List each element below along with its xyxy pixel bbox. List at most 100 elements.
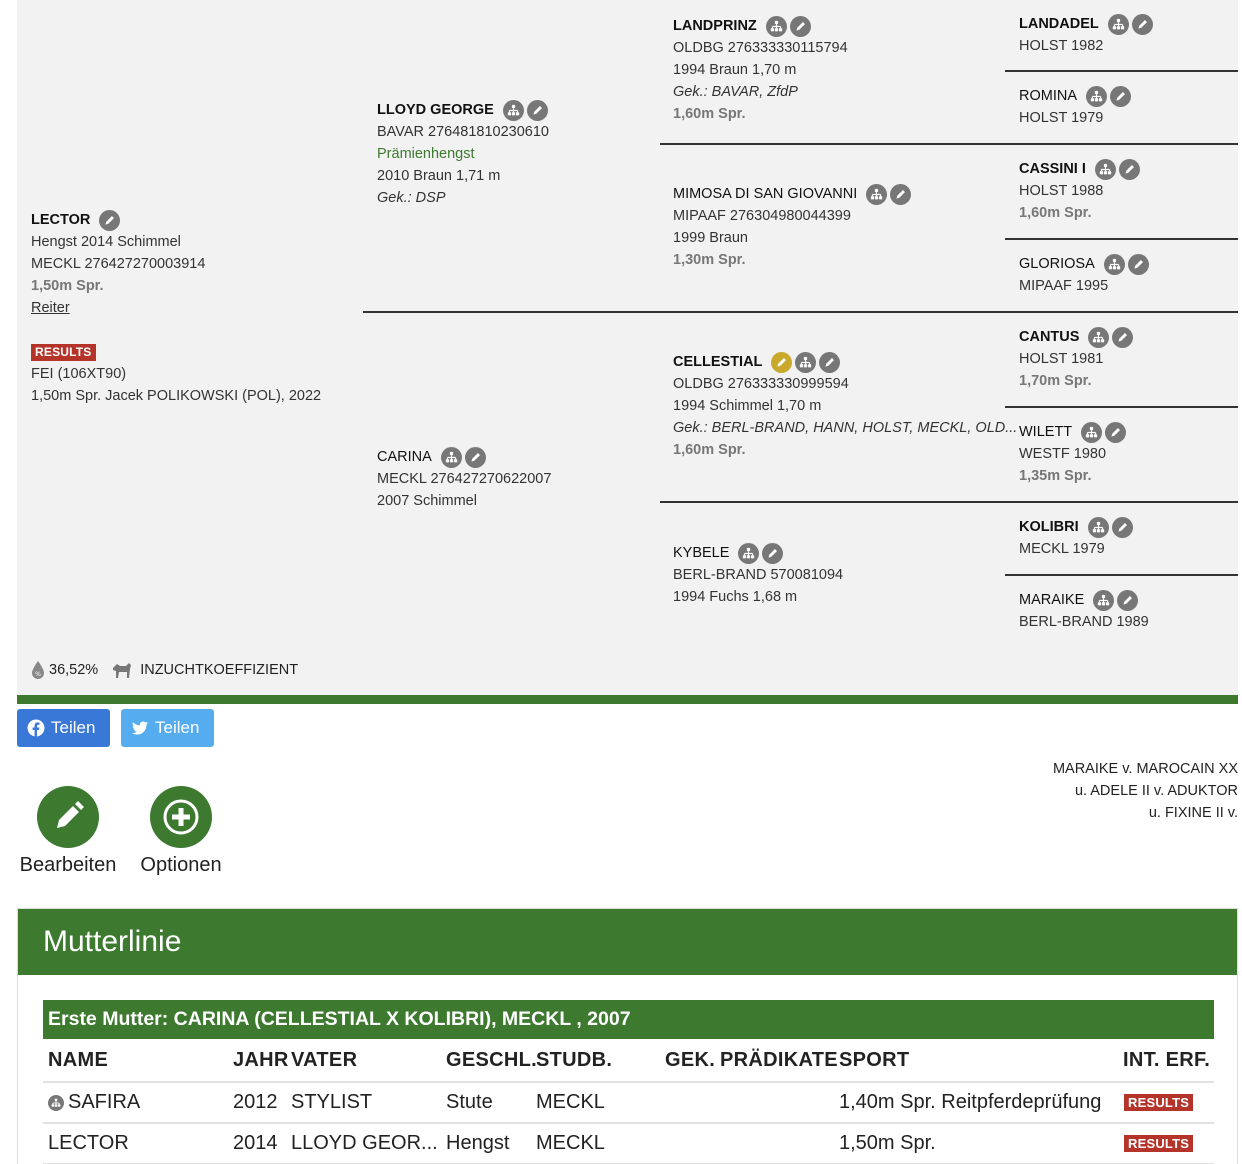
horse-name[interactable]: LANDPRINZ (673, 15, 757, 37)
horse-name[interactable]: WILETT (1019, 421, 1072, 443)
col-sport[interactable]: SPORT (839, 1039, 909, 1081)
edit-icon[interactable] (464, 446, 486, 468)
horse-name[interactable]: MARAIKE (1019, 589, 1084, 611)
horse-name[interactable]: CANTUS (1019, 326, 1079, 348)
pedigree-tree-icon[interactable] (1093, 589, 1115, 611)
pedigree-tree-icon[interactable] (765, 15, 787, 37)
edit-icon[interactable] (1110, 85, 1131, 107)
horse-name[interactable]: MIMOSA DI SAN GIOVANNI (673, 183, 857, 205)
percent-drop-icon: % (32, 661, 44, 679)
facebook-icon (27, 719, 45, 737)
pedigree-tree-icon[interactable] (1087, 516, 1109, 538)
pedigree-tree-icon[interactable] (440, 446, 462, 468)
horse-name[interactable]: GLORIOSA (1019, 253, 1095, 275)
horse-name[interactable]: LLOYD GEORGE (377, 99, 494, 121)
horse-sport: 1,35m Spr. (1019, 468, 1092, 484)
pedigree-tree-icon[interactable] (48, 1094, 64, 1111)
options-button[interactable]: Optionen (138, 786, 224, 877)
inbreeding-info: % 36,52% INZUCHTKOEFFIZIENT (31, 660, 298, 680)
svg-text:%: % (35, 671, 41, 678)
edit-icon[interactable] (526, 99, 548, 121)
col-studb[interactable]: STUDB. (536, 1039, 612, 1081)
horse-info: 1994 Schimmel 1,70 m (673, 398, 822, 414)
dam-sire-horse: CELLESTIAL OLDBG 276333330999594 1994 Sc… (673, 351, 1017, 461)
pedigree-tree-icon[interactable] (738, 542, 760, 564)
edit-icon[interactable] (1131, 13, 1153, 35)
edit-icon[interactable] (789, 15, 811, 37)
twitter-share-button[interactable]: Teilen (121, 709, 214, 747)
col-int-erf[interactable]: INT. ERF. (1123, 1039, 1210, 1081)
edit-icon[interactable] (762, 542, 784, 564)
edit-icon[interactable] (1112, 326, 1134, 348)
table-row[interactable]: LECTOR 2014 LLOYD GEOR... Hengst MECKL 1… (43, 1124, 1214, 1164)
results-badge[interactable]: RESULTS (1124, 1094, 1194, 1111)
share-label: Teilen (155, 718, 200, 737)
col-praedikate[interactable]: PRÄDIKATE (720, 1039, 838, 1081)
pedigree-divider-bar (17, 695, 1238, 704)
subject-horse: LECTOR Hengst 2014 Schimmel MECKL 276427… (31, 209, 321, 407)
pedigree-tree-icon[interactable] (1086, 85, 1107, 107)
cell-name[interactable]: SAFIRA (48, 1083, 140, 1122)
horse-name[interactable]: CARINA (377, 446, 432, 468)
horse-name[interactable]: CASSINI I (1019, 158, 1086, 180)
pedigree-tree-icon[interactable] (1107, 13, 1129, 35)
horse-sport: 1,30m Spr. (673, 252, 746, 268)
horse-name[interactable]: CELLESTIAL (673, 351, 762, 373)
horse-name[interactable]: LECTOR (31, 209, 90, 231)
cell-vater[interactable]: STYLIST (291, 1083, 372, 1122)
pedigree-tree-icon[interactable] (1088, 326, 1110, 348)
col-gek[interactable]: GEK. (665, 1039, 715, 1081)
horse-reg: HOLST 1981 (1019, 351, 1104, 367)
share-label: Teilen (51, 718, 96, 737)
star-icon[interactable] (771, 351, 793, 373)
offspring-table: NAME JAHR VATER GESCHL. STUDB. GEK. PRÄD… (43, 1039, 1214, 1164)
horse-praedikat: Prämienhengst (377, 146, 475, 162)
row-name[interactable]: SAFIRA (68, 1091, 140, 1114)
reiter-link[interactable]: Reiter (31, 297, 321, 319)
table-row[interactable]: SAFIRA 2012 STYLIST Stute MECKL 1,40m Sp… (43, 1083, 1214, 1124)
divider (1005, 143, 1238, 145)
col-name[interactable]: NAME (48, 1039, 108, 1081)
horse-reg: WESTF 1980 (1019, 446, 1107, 462)
edit-icon[interactable] (99, 209, 121, 231)
pedigree-tree-icon[interactable] (502, 99, 524, 121)
edit-icon[interactable] (819, 351, 841, 373)
edit-icon[interactable] (1117, 589, 1139, 611)
divider (660, 143, 1005, 145)
edit-icon[interactable] (1105, 421, 1127, 443)
divider (363, 311, 660, 313)
results-badge[interactable]: RESULTS (1124, 1135, 1194, 1152)
results-badge[interactable]: RESULTS (31, 344, 96, 361)
horse-reg: MECKL 276427270003914 (31, 256, 206, 272)
pedigree-tree-icon[interactable] (1103, 253, 1125, 275)
col-geschl[interactable]: GESCHL. (446, 1039, 537, 1081)
horse-info: 2010 Braun 1,71 m (377, 168, 501, 184)
horse-gek: Gek.: BAVAR, ZfdP (673, 84, 798, 100)
edit-icon[interactable] (1111, 516, 1133, 538)
inbreeding-label[interactable]: INZUCHTKOEFFIZIENT (140, 662, 298, 678)
horse-sport: 1,60m Spr. (1019, 205, 1092, 221)
horse-name[interactable]: KOLIBRI (1019, 516, 1079, 538)
pedigree-tree-icon[interactable] (866, 183, 888, 205)
facebook-share-button[interactable]: Teilen (17, 709, 110, 747)
sire-horse: LLOYD GEORGE BAVAR 276481810230610 Prämi… (377, 99, 549, 209)
horse-gek: Gek.: DSP (377, 190, 446, 206)
edit-icon[interactable] (1118, 158, 1140, 180)
col-vater[interactable]: VATER (291, 1039, 357, 1081)
horse-sport: 1,60m Spr. (673, 106, 746, 122)
edit-icon[interactable] (890, 183, 912, 205)
col-jahr[interactable]: JAHR (233, 1039, 289, 1081)
horse-name[interactable]: KYBELE (673, 542, 729, 564)
edit-button[interactable]: Bearbeiten (17, 786, 119, 877)
edit-icon[interactable] (1127, 253, 1149, 275)
gen4-horse: KOLIBRI MECKL 1979 (1019, 516, 1133, 560)
cell-name[interactable]: LECTOR (48, 1124, 129, 1163)
cell-int-erf: RESULTS (1124, 1124, 1194, 1163)
pedigree-tree-icon[interactable] (1094, 158, 1116, 180)
pedigree-tree-icon[interactable] (795, 351, 817, 373)
pedigree-tree-icon[interactable] (1081, 421, 1103, 443)
cell-vater[interactable]: LLOYD GEOR... (291, 1124, 438, 1163)
horse-name[interactable]: LANDADEL (1019, 13, 1099, 35)
horse-reg: BERL-BRAND 1989 (1019, 614, 1149, 630)
horse-name[interactable]: ROMINA (1019, 85, 1077, 107)
